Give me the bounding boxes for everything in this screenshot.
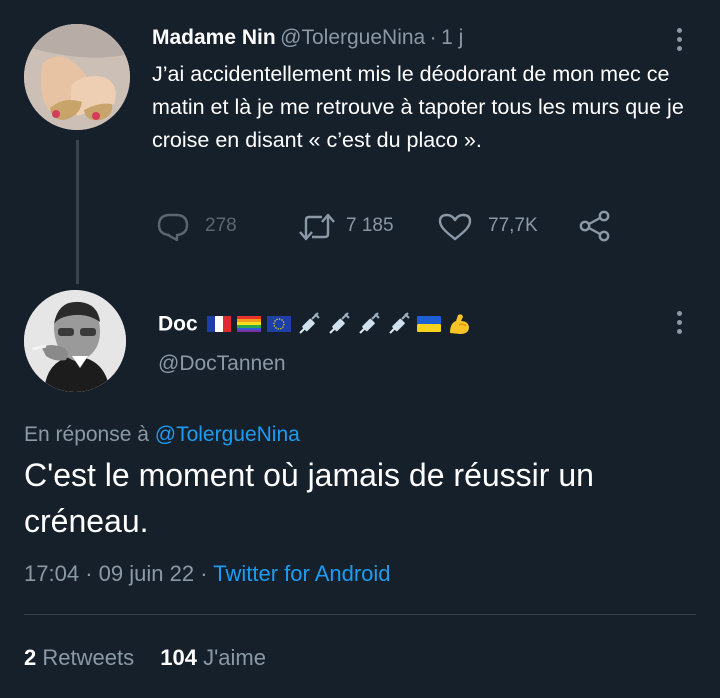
flag-ukraine-icon [416, 314, 442, 339]
syringe-icon [356, 311, 382, 342]
tweet1-text: J’ai accidentellement mis le déodorant d… [152, 62, 684, 152]
tweet2-more-options-icon[interactable] [677, 311, 683, 338]
avatar-madame-nin[interactable] [24, 24, 130, 130]
divider [24, 614, 696, 615]
tweet2-source-link[interactable]: Twitter for Android [213, 561, 390, 586]
retweet-stat-count: 2 [24, 645, 37, 670]
flag-rainbow-icon [236, 314, 262, 339]
meta-dot: · [85, 561, 93, 586]
reply-prefix: En réponse à [24, 423, 155, 446]
retweet-stat-label: Retweets [42, 645, 135, 670]
retweet-count: 7 185 [346, 215, 394, 236]
tweet2-handle[interactable]: @DocTannen [158, 352, 286, 376]
flexed-biceps-icon [446, 311, 472, 342]
tweet2-display-name[interactable]: Doc [158, 313, 198, 336]
avatar-doc[interactable] [24, 290, 126, 392]
like-count: 77,7K [488, 215, 538, 236]
share-icon[interactable] [578, 210, 612, 242]
tweet1-display-name[interactable]: Madame Nin [152, 26, 276, 49]
tweet1-handle[interactable]: @TolergueNina [280, 26, 425, 49]
tweet2-text: C'est le moment où jamais de réussir un … [24, 457, 594, 539]
like-stat-count: 104 [160, 645, 197, 670]
syringe-icon [386, 311, 412, 342]
tweet2-header: Doc [158, 311, 476, 342]
like-heart-icon[interactable] [438, 212, 472, 242]
flag-france-icon [206, 314, 232, 339]
tweet2-time[interactable]: 17:04 [24, 561, 79, 586]
reply-to-link[interactable]: @TolergueNina [155, 423, 300, 446]
tweet1-more-options-icon[interactable] [677, 28, 683, 55]
tweet1-header: Madame Nin @TolergueNina · 1 j [152, 26, 463, 50]
tweet1-time[interactable]: 1 j [441, 26, 463, 49]
tweet2-meta: 17:04 · 09 juin 22 · Twitter for Android [24, 561, 391, 587]
thread-connector-line [76, 140, 79, 284]
meta-dot: · [200, 561, 208, 586]
tweet2-stats: 2 Retweets 104 J'aime [24, 645, 266, 671]
syringe-icon [326, 311, 352, 342]
reply-context: En réponse à @TolergueNina [24, 423, 300, 447]
tweet2-date[interactable]: 09 juin 22 [99, 561, 194, 586]
reply-icon[interactable] [156, 212, 190, 242]
syringe-icon [296, 311, 322, 342]
flag-eu-icon [266, 314, 292, 339]
likes-stat[interactable]: 104 J'aime [160, 645, 266, 670]
like-stat-label: J'aime [203, 645, 266, 670]
retweet-icon[interactable] [298, 212, 336, 242]
reply-count: 278 [205, 215, 237, 236]
retweets-stat[interactable]: 2 Retweets [24, 645, 134, 670]
tweet1-separator: · [429, 26, 437, 49]
